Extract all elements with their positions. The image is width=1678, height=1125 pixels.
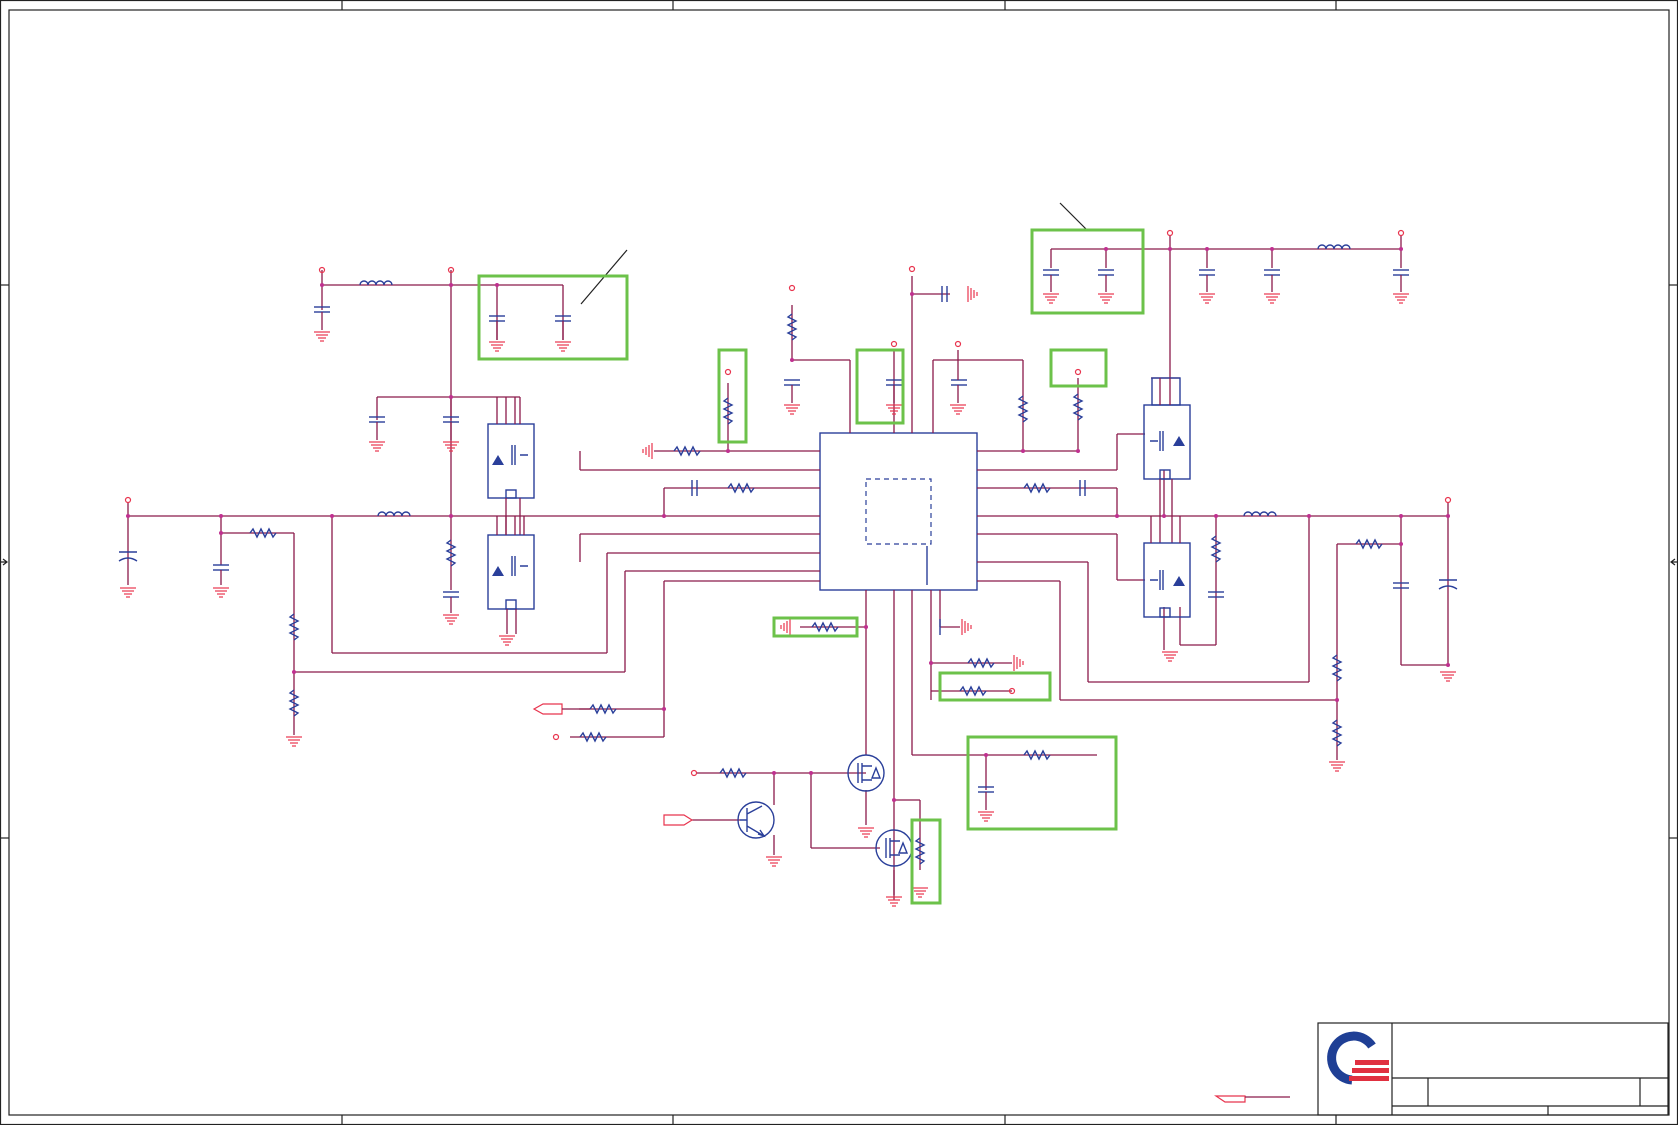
offpage-connector-icon <box>1214 1095 1290 1103</box>
junctions <box>126 247 1450 802</box>
npn-transistor <box>737 801 775 839</box>
offpage-connector-left-1 <box>532 703 590 715</box>
drawing-frame <box>0 0 1678 1125</box>
main-ic <box>819 432 978 591</box>
schematic-canvas <box>0 0 1678 1125</box>
capacitors <box>118 269 1458 810</box>
company-logo-icon <box>1327 1031 1389 1085</box>
mosfet-left-bottom <box>487 516 535 634</box>
offpage-connector-left-2 <box>663 814 694 826</box>
ground-icon <box>120 286 1456 907</box>
note-leader-right <box>1059 202 1089 232</box>
mosfet-right-bottom <box>1143 516 1191 618</box>
mosfet-left-top <box>487 397 535 535</box>
